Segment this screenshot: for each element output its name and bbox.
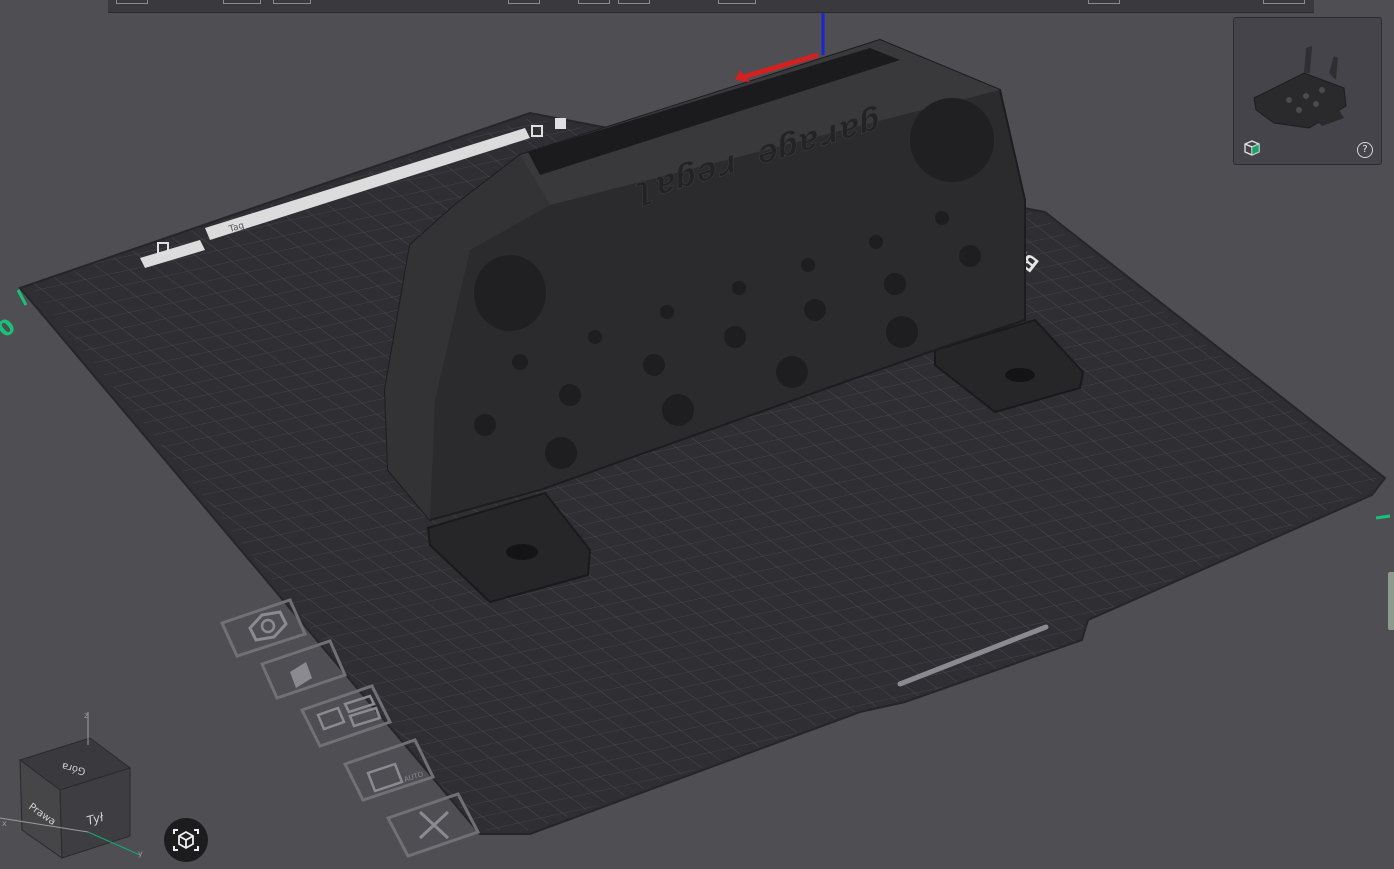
lay-on-face-icon	[290, 662, 312, 688]
toolbar-button[interactable]	[508, 0, 540, 4]
auto-rotate-icon	[366, 762, 404, 793]
plate-tool-layout[interactable]	[299, 684, 393, 748]
help-icon[interactable]: ?	[1357, 142, 1373, 158]
toolbar-button[interactable]	[223, 0, 261, 4]
hexagon-nut-icon	[248, 610, 288, 642]
top-toolbar	[108, 0, 1314, 13]
toolbar-button[interactable]	[578, 0, 610, 4]
navigation-cube[interactable]: Góra Prawa Tył z y x	[0, 711, 143, 859]
toolbar-button[interactable]	[618, 0, 650, 4]
plate-tool-orient[interactable]	[259, 639, 348, 700]
toolbar-button[interactable]	[718, 0, 756, 4]
nav-cube-axis-x: x	[2, 819, 7, 828]
plate-tool-auto-orient[interactable]: AUTO	[342, 738, 436, 802]
side-panel-tab[interactable]	[1388, 572, 1394, 630]
nav-cube-axis-z: z	[84, 711, 88, 720]
plate-preview-panel[interactable]: ?	[1233, 17, 1382, 165]
mount-hole-left	[474, 255, 546, 331]
3d-view-icon	[173, 829, 199, 851]
view-tool-button[interactable]	[164, 818, 208, 862]
toolbar-button[interactable]	[116, 0, 148, 4]
plate-tool-arrange[interactable]	[219, 598, 308, 658]
y-axis-origin-label: 0	[0, 314, 21, 343]
toolbar-button[interactable]	[1263, 0, 1305, 4]
cube-icon[interactable]	[1244, 140, 1260, 156]
nav-cube-axis-y: y	[138, 849, 143, 858]
close-icon	[418, 810, 450, 840]
mount-hole-right	[910, 98, 994, 182]
toolbar-button[interactable]	[273, 0, 311, 4]
3d-viewport[interactable]: Tag Bambu Textured PEI Plate garage rega…	[0, 0, 1394, 865]
toolbar-button[interactable]	[1088, 0, 1120, 4]
plate-tool-delete[interactable]	[385, 792, 481, 858]
